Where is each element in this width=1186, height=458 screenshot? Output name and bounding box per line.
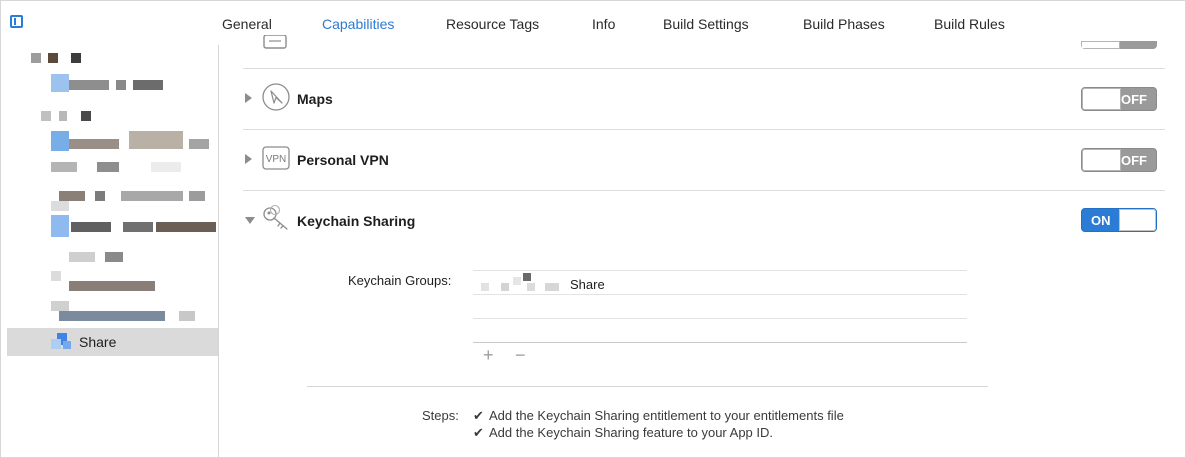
remove-keychain-group-button[interactable]: −: [515, 346, 526, 364]
tab-capabilities[interactable]: Capabilities: [322, 16, 394, 32]
checkmark-icon: ✔: [473, 425, 484, 440]
disclosure-triangle-icon[interactable]: [245, 154, 252, 164]
maps-compass-icon: [262, 83, 290, 111]
vpn-icon: VPN: [262, 146, 290, 170]
sidebar-toggle-icon[interactable]: [10, 15, 23, 28]
project-editor-window: General Capabilities Resource Tags Info …: [0, 0, 1186, 458]
steps-label: Steps:: [422, 408, 459, 423]
checkmark-icon: ✔: [473, 408, 484, 423]
step-item: ✔ Add the Keychain Sharing feature to you…: [473, 425, 774, 440]
capability-toggle[interactable]: [1081, 41, 1157, 49]
add-keychain-group-button[interactable]: +: [483, 346, 494, 364]
tab-general[interactable]: General: [222, 16, 272, 32]
tab-build-phases[interactable]: Build Phases: [803, 16, 885, 32]
capability-icon: [263, 35, 287, 49]
app-extension-target-icon: [51, 331, 73, 349]
step-item: ✔ Add the Keychain Sharing entitlement to…: [473, 408, 844, 423]
capability-row-maps: Maps OFF: [243, 69, 1165, 129]
tab-resource-tags[interactable]: Resource Tags: [446, 16, 539, 32]
svg-text:VPN: VPN: [266, 154, 287, 165]
capability-title: Maps: [297, 91, 333, 107]
disclosure-triangle-icon[interactable]: [245, 217, 255, 224]
tab-build-settings[interactable]: Build Settings: [663, 16, 749, 32]
capability-title: Personal VPN: [297, 152, 389, 168]
sidebar-item-label: Share: [79, 334, 117, 350]
capabilities-list: Maps OFF VPN Personal VPN OFF Keychain S…: [219, 35, 1185, 457]
steps-divider: [307, 386, 988, 387]
capability-row-personal-vpn: VPN Personal VPN OFF: [243, 130, 1165, 190]
maps-toggle[interactable]: OFF: [1081, 87, 1157, 111]
keychain-sharing-toggle[interactable]: ON: [1081, 208, 1157, 232]
capability-title: Keychain Sharing: [297, 213, 416, 229]
tab-info[interactable]: Info: [592, 16, 615, 32]
keys-icon: [263, 204, 288, 230]
editor-tab-bar: General Capabilities Resource Tags Info …: [1, 1, 1185, 45]
targets-sidebar: Share: [1, 45, 219, 457]
keychain-group-item[interactable]: Share: [473, 273, 967, 295]
sidebar-item-share[interactable]: Share: [7, 328, 218, 356]
disclosure-triangle-icon[interactable]: [245, 93, 252, 103]
keychain-groups-label: Keychain Groups:: [348, 273, 452, 288]
personal-vpn-toggle[interactable]: OFF: [1081, 148, 1157, 172]
keychain-group-value: Share: [570, 277, 605, 292]
capability-row-keychain-sharing: Keychain Sharing ON: [243, 191, 1165, 251]
tab-build-rules[interactable]: Build Rules: [934, 16, 1005, 32]
